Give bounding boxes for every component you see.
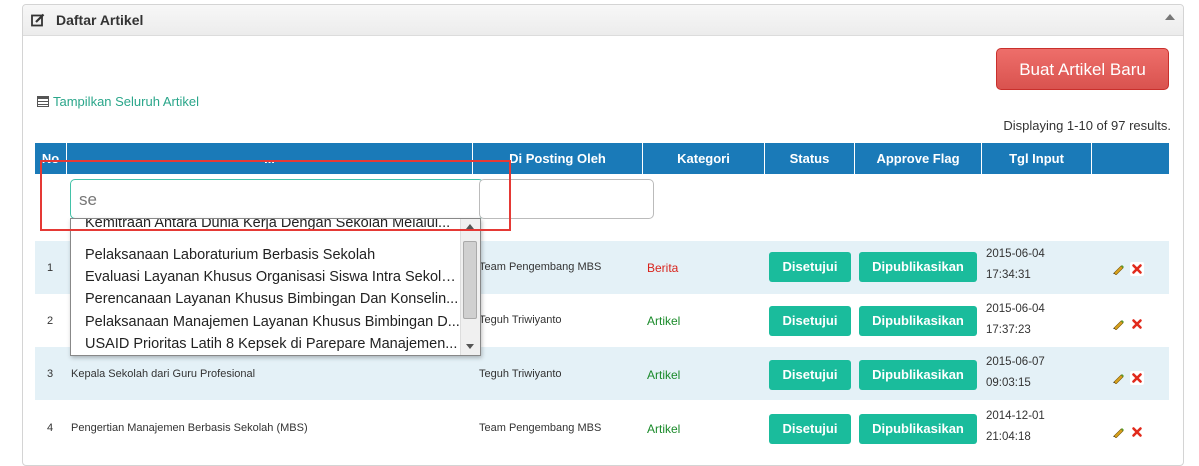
- row-posted-by: Teguh Triwiyanto: [479, 314, 562, 326]
- delete-icon[interactable]: [1130, 371, 1144, 385]
- row-category: Artikel: [647, 314, 681, 328]
- row-number: 4: [47, 422, 54, 434]
- row-date: 2015-06-04 17:34:31: [986, 248, 1045, 281]
- delete-icon[interactable]: [1130, 262, 1144, 276]
- new-article-button[interactable]: Buat Artikel Baru: [996, 48, 1169, 90]
- show-all-link[interactable]: Tampilkan Seluruh Artikel: [37, 94, 199, 109]
- annotation-highlight-box: [40, 160, 511, 231]
- autocomplete-option[interactable]: Pelaksanaan Manajemen Layanan Khusus Bim…: [85, 314, 460, 330]
- approve-flag-badge[interactable]: Dipublikasikan: [859, 252, 977, 282]
- results-summary: Displaying 1-10 of 97 results.: [1003, 118, 1171, 133]
- row-date: 2015-06-07 09:03:15: [986, 356, 1045, 389]
- header-date[interactable]: Tgl Input: [982, 143, 1092, 174]
- approve-flag-badge[interactable]: Dipublikasikan: [859, 306, 977, 336]
- table-row: 4 Pengertian Manajemen Berbasis Sekolah …: [35, 400, 1169, 453]
- autocomplete-option[interactable]: Evaluasi Layanan Khusus Organisasi Siswa…: [85, 269, 460, 285]
- status-badge[interactable]: Disetujui: [769, 252, 851, 282]
- row-date: 2015-06-04 17:37:23: [986, 303, 1045, 336]
- row-title: Kepala Sekolah dari Guru Profesional: [71, 368, 256, 380]
- row-posted-by: Team Pengembang MBS: [479, 261, 602, 273]
- chevron-up-icon[interactable]: [1165, 14, 1175, 20]
- pencil-icon[interactable]: [1112, 372, 1124, 384]
- autocomplete-dropdown: Kemitraan Antara Dunia Kerja Dengan Seko…: [70, 218, 481, 356]
- header-category[interactable]: Kategori: [643, 143, 765, 174]
- row-posted-by: Teguh Triwiyanto: [479, 368, 562, 380]
- status-badge[interactable]: Disetujui: [769, 360, 851, 390]
- row-number: 3: [47, 368, 54, 380]
- pencil-icon[interactable]: [1112, 318, 1124, 330]
- autocomplete-option[interactable]: Pelaksanaan Laboraturium Berbasis Sekola…: [85, 247, 460, 263]
- pencil-icon[interactable]: [1112, 426, 1124, 438]
- delete-icon[interactable]: [1130, 317, 1144, 331]
- header-actions: [1092, 143, 1169, 174]
- header-approve-flag[interactable]: Approve Flag: [855, 143, 982, 174]
- status-badge[interactable]: Disetujui: [769, 306, 851, 336]
- row-title: Pengertian Manajemen Berbasis Sekolah (M…: [71, 422, 308, 434]
- row-category: Berita: [647, 261, 679, 275]
- row-posted-by: Team Pengembang MBS: [479, 422, 602, 434]
- approve-flag-badge[interactable]: Dipublikasikan: [859, 414, 977, 444]
- list-icon: [37, 96, 49, 107]
- edit-square-icon: [31, 13, 45, 27]
- panel-header: Daftar Artikel: [23, 5, 1183, 36]
- header-status[interactable]: Status: [765, 143, 855, 174]
- row-category: Artikel: [647, 368, 681, 382]
- show-all-label: Tampilkan Seluruh Artikel: [53, 94, 199, 109]
- row-category: Artikel: [647, 422, 681, 436]
- delete-icon[interactable]: [1130, 425, 1144, 439]
- scroll-down-icon[interactable]: [466, 344, 474, 349]
- dropdown-scrollbar[interactable]: [460, 219, 480, 355]
- row-number: 2: [47, 315, 54, 327]
- row-date: 2014-12-01 21:04:18: [986, 410, 1045, 443]
- panel-title: Daftar Artikel: [56, 12, 144, 28]
- autocomplete-option[interactable]: Perencanaan Layanan Khusus Bimbingan Dan…: [85, 291, 460, 307]
- row-number: 1: [47, 262, 54, 274]
- autocomplete-option[interactable]: USAID Prioritas Latih 8 Kepsek di Parepa…: [85, 336, 460, 352]
- pencil-icon[interactable]: [1112, 263, 1124, 275]
- approve-flag-badge[interactable]: Dipublikasikan: [859, 360, 977, 390]
- scroll-thumb[interactable]: [463, 241, 477, 319]
- status-badge[interactable]: Disetujui: [769, 414, 851, 444]
